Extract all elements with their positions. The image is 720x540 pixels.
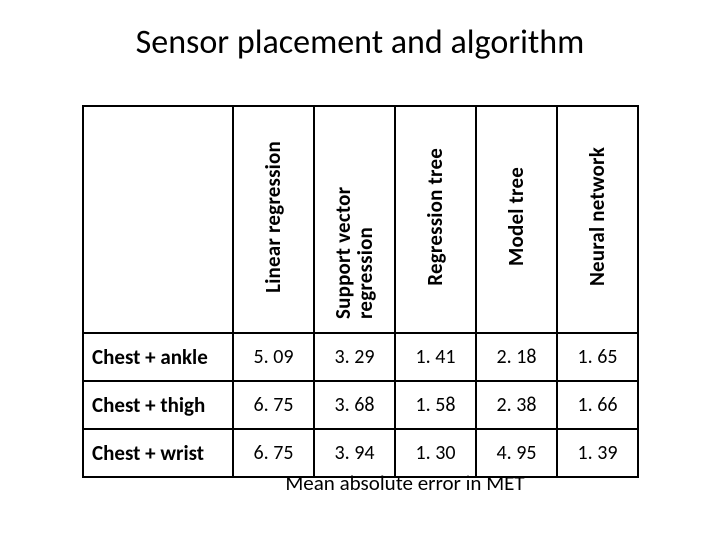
table-header-row: Linear regression Support vector regress… — [83, 106, 638, 333]
cell-value: 1. 66 — [557, 381, 638, 429]
cell-value: 3. 29 — [314, 333, 395, 381]
col-header-support-vector-regression: Support vector regression — [314, 106, 395, 333]
slide: Sensor placement and algorithm Linear re… — [0, 0, 720, 540]
results-table-wrap: Linear regression Support vector regress… — [82, 105, 638, 478]
cell-value: 1. 41 — [395, 333, 476, 381]
cell-value: 3. 68 — [314, 381, 395, 429]
cell-value: 1. 65 — [557, 333, 638, 381]
cell-value: 1. 58 — [395, 381, 476, 429]
results-table: Linear regression Support vector regress… — [82, 105, 639, 478]
page-title: Sensor placement and algorithm — [0, 22, 720, 63]
col-header-label: Neural network — [586, 139, 608, 294]
row-label: Chest + thigh — [83, 381, 233, 429]
row-label: Chest + ankle — [83, 333, 233, 381]
cell-value: 2. 38 — [476, 381, 557, 429]
col-header-label: Linear regression — [262, 133, 284, 301]
cell-value: 6. 75 — [233, 381, 314, 429]
table-row: Chest + thigh 6. 75 3. 68 1. 58 2. 38 1.… — [83, 381, 638, 429]
col-header-regression-tree: Regression tree — [395, 106, 476, 333]
col-header-label: Model tree — [505, 159, 527, 274]
col-header-linear-regression: Linear regression — [233, 106, 314, 333]
col-header-model-tree: Model tree — [476, 106, 557, 333]
col-header-label: Support vector regression — [332, 107, 376, 327]
table-row: Chest + ankle 5. 09 3. 29 1. 41 2. 18 1.… — [83, 333, 638, 381]
col-header-label: Regression tree — [424, 140, 446, 294]
cell-value: 5. 09 — [233, 333, 314, 381]
header-blank — [83, 106, 233, 333]
col-header-neural-network: Neural network — [557, 106, 638, 333]
cell-value: 2. 18 — [476, 333, 557, 381]
caption: Mean absolute error in MET — [0, 470, 720, 496]
